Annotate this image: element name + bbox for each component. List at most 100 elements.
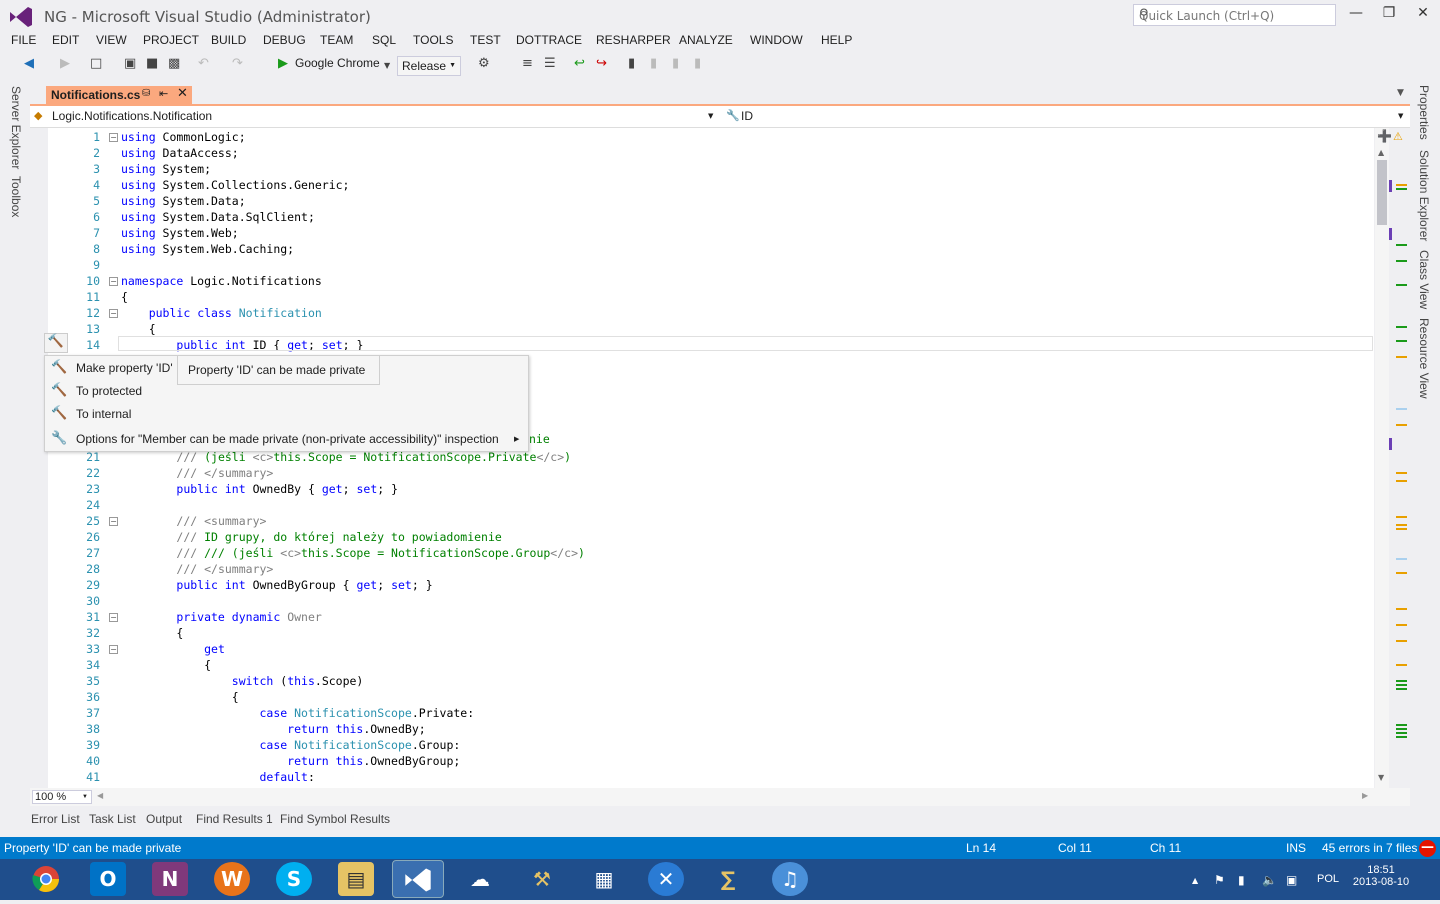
error-stripe-marker[interactable] [1396, 408, 1407, 410]
code-line[interactable]: private dynamic Owner [121, 610, 321, 624]
code-line[interactable]: public class Notification [121, 306, 322, 320]
code-editor[interactable]: 1 using CommonLogic; −2 using DataAccess; 3 u… [48, 128, 1374, 788]
comment-icon[interactable]: ☰ [544, 56, 556, 74]
code-line[interactable]: using System.Data; [121, 194, 246, 208]
properties-tab[interactable]: Properties [1417, 85, 1431, 140]
error-stripe-marker[interactable] [1396, 516, 1407, 518]
solution-explorer-tab[interactable]: Solution Explorer [1417, 150, 1431, 241]
menu-dottrace[interactable]: DOTTRACE [516, 33, 582, 47]
error-stripe-marker[interactable] [1396, 558, 1407, 560]
outlook-icon[interactable]: O [90, 862, 126, 896]
error-stripe-marker[interactable] [1396, 664, 1407, 666]
error-stripe-marker[interactable] [1396, 688, 1407, 690]
toggle-bookmark-icon[interactable]: ▮ [628, 56, 635, 74]
network-icon[interactable]: ☁ [462, 862, 498, 896]
redo-icon[interactable]: ↷ [232, 56, 243, 74]
code-line[interactable]: /// (jeśli <c>this.Scope = NotificationS… [121, 450, 571, 464]
error-stripe-marker[interactable] [1396, 480, 1407, 482]
flag-icon[interactable]: ⚑ [1214, 873, 1225, 887]
error-icon[interactable]: — [1419, 840, 1436, 857]
skype-icon[interactable]: S [276, 862, 312, 896]
make-private-item[interactable]: Make property 'ID' [76, 361, 173, 375]
fold-toggle-icon[interactable]: − [109, 613, 118, 622]
menu-analyze[interactable]: ANALYZE [679, 33, 733, 47]
fold-toggle-icon[interactable]: − [109, 645, 118, 654]
error-stripe-marker[interactable] [1396, 284, 1407, 286]
code-line[interactable]: default: [121, 770, 314, 784]
detach-icon[interactable]: ↪ [596, 56, 607, 74]
member-dropdown[interactable]: ID [741, 109, 753, 123]
error-stripe-marker[interactable] [1389, 438, 1392, 450]
code-line[interactable]: { [121, 626, 183, 640]
error-stripe-marker[interactable] [1396, 736, 1407, 738]
onenote-icon[interactable]: N [152, 862, 188, 896]
visual-studio-taskbar-icon[interactable] [392, 860, 444, 898]
remote-desktop-icon[interactable]: ▦ [586, 862, 622, 896]
resource-view-tab[interactable]: Resource View [1417, 318, 1431, 398]
minimize-button[interactable]: — [1344, 5, 1368, 27]
error-stripe-marker[interactable] [1396, 524, 1407, 526]
x-app-icon[interactable]: ✕ [648, 862, 684, 896]
undo-icon[interactable]: ↶ [198, 56, 209, 74]
fold-toggle-icon[interactable]: − [109, 277, 118, 286]
code-line[interactable]: using System.Web.Caching; [121, 242, 294, 256]
error-stripe-marker[interactable] [1396, 624, 1407, 626]
error-stripe-marker[interactable] [1396, 640, 1407, 642]
chevron-down-icon[interactable]: ▼ [384, 61, 390, 79]
start-debug-icon[interactable]: ▶ [278, 56, 288, 74]
error-stripe-marker[interactable] [1396, 472, 1407, 474]
error-stripe-marker[interactable] [1396, 184, 1407, 186]
error-stripe-marker[interactable] [1389, 228, 1392, 240]
volume-icon[interactable]: 🔈 [1262, 873, 1277, 887]
code-line[interactable]: using System; [121, 162, 211, 176]
close-tab-icon[interactable]: ✕ [177, 86, 188, 101]
save-all-icon[interactable]: ▩ [168, 56, 180, 74]
menu-view[interactable]: VIEW [96, 33, 127, 47]
code-line[interactable]: public int OwnedBy { get; set; } [121, 482, 398, 496]
show-hidden-icons-icon[interactable]: ▲ [1192, 876, 1198, 885]
fold-toggle-icon[interactable]: − [109, 133, 118, 142]
new-project-icon[interactable]: □ [90, 56, 102, 74]
class-view-tab[interactable]: Class View [1417, 250, 1431, 309]
code-line[interactable]: namespace Logic.Notifications [121, 274, 322, 288]
vertical-scrollbar[interactable]: ➕ ▲ ▼ [1375, 128, 1392, 788]
scroll-down-icon[interactable]: ▼ [1378, 773, 1384, 782]
tab-find-results-1[interactable]: Find Results 1 [196, 812, 273, 826]
battery-icon[interactable]: ▮ [1238, 873, 1245, 887]
chevron-down-icon[interactable]: ▼ [708, 112, 713, 120]
code-line[interactable]: using DataAccess; [121, 146, 239, 160]
save-icon[interactable]: ■ [146, 56, 158, 74]
file-explorer-icon[interactable]: ▤ [338, 862, 374, 896]
python-icon[interactable]: ∑ [710, 862, 746, 896]
menu-help[interactable]: HELP [821, 33, 852, 47]
quick-launch-input[interactable]: Quick Launch (Ctrl+Q) ⚲ [1133, 4, 1336, 26]
input-language[interactable]: POL [1317, 873, 1339, 885]
next-bookmark-icon[interactable]: ▮ [672, 56, 679, 74]
menu-edit[interactable]: EDIT [52, 33, 79, 47]
code-line[interactable]: using System.Collections.Generic; [121, 178, 350, 192]
pin-icon[interactable]: ⇤ [159, 87, 168, 100]
error-stripe-marker[interactable] [1396, 340, 1407, 342]
inspection-options-item[interactable]: Options for "Member can be made private … [76, 432, 499, 446]
find-icon[interactable]: ⚙ [478, 56, 490, 74]
code-line[interactable]: /// ID grupy, do której należy to powiad… [121, 530, 501, 544]
scroll-thumb[interactable] [1377, 160, 1387, 225]
error-stripe-marker[interactable] [1396, 684, 1407, 686]
clear-bookmarks-icon[interactable]: ▮ [694, 56, 701, 74]
itunes-icon[interactable]: ♫ [772, 862, 808, 896]
attach-icon[interactable]: ↩ [574, 56, 585, 74]
error-stripe-marker[interactable] [1396, 356, 1407, 358]
scroll-right-icon[interactable]: ▶ [1362, 791, 1368, 800]
prev-bookmark-icon[interactable]: ▮ [650, 56, 657, 74]
forward-icon[interactable]: ▶ [60, 56, 70, 74]
chrome-icon[interactable] [28, 862, 64, 896]
code-line[interactable]: { [121, 690, 239, 704]
code-line[interactable]: using System.Data.SqlClient; [121, 210, 315, 224]
code-line[interactable]: public int OwnedByGroup { get; set; } [121, 578, 432, 592]
toolbox-tab[interactable]: Toolbox [9, 176, 23, 217]
windows-media-icon[interactable]: W [214, 862, 250, 896]
error-stripe-marker[interactable] [1396, 724, 1407, 726]
scroll-up-icon[interactable]: ▲ [1378, 148, 1384, 157]
run-target-label[interactable]: Google Chrome [295, 56, 380, 74]
error-stripe-marker[interactable] [1396, 528, 1407, 530]
